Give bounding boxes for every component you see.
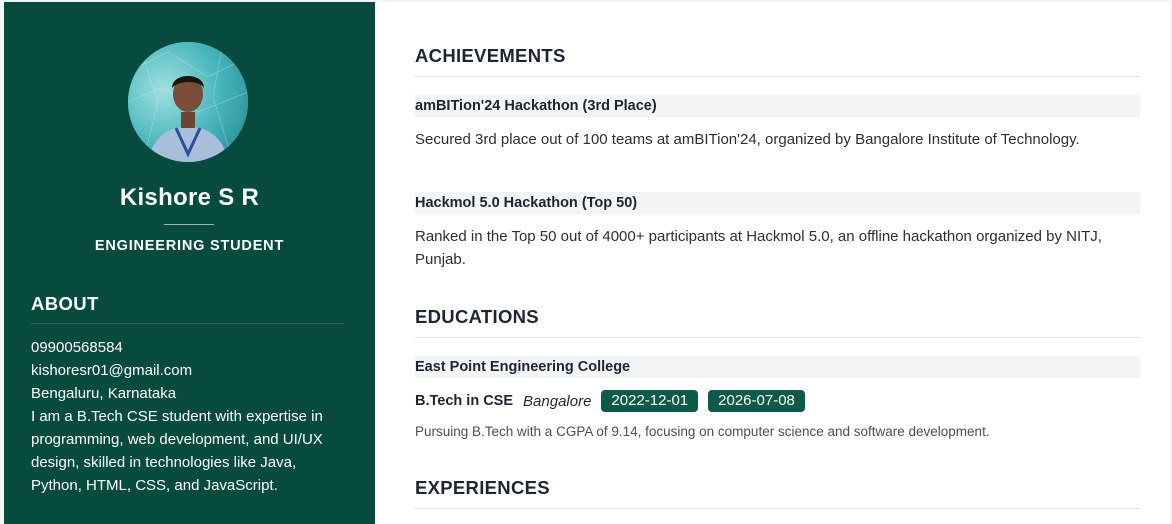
achievement-description: Secured 3rd place out of 100 teams at am… xyxy=(415,131,1080,148)
about-section: 09900568584 kishoresr01@gmail.com Bengal… xyxy=(31,336,346,497)
about-heading: ABOUT xyxy=(31,293,99,314)
education-institution: East Point Engineering College xyxy=(415,356,1140,378)
email-address: kishoresr01@gmail.com xyxy=(31,362,193,379)
education-degree: B.Tech in CSE xyxy=(415,393,514,409)
location-text: Bengaluru, Karnataka xyxy=(31,385,177,402)
education-description: Pursuing B.Tech with a CGPA of 9.14, foc… xyxy=(415,424,990,439)
profile-photo-image xyxy=(128,42,248,162)
experiences-divider xyxy=(415,508,1140,509)
education-location: Bangalore xyxy=(523,392,592,410)
profile-name: Kishore S R xyxy=(119,184,260,211)
educations-divider xyxy=(415,337,1140,338)
experiences-heading: EXPERIENCES xyxy=(415,477,550,498)
education-end-date-badge: 2026-07-08 xyxy=(708,390,805,412)
achievements-divider xyxy=(415,76,1140,77)
achievement-title: amBITion'24 Hackathon (3rd Place) xyxy=(415,95,1140,117)
achievement-description: Ranked in the Top 50 out of 4000+ partic… xyxy=(415,228,1102,268)
education-details: B.Tech in CSE Bangalore 2022-12-01 2026-… xyxy=(415,389,815,413)
resume-page: Kishore S R ENGINEERING STUDENT ABOUT 09… xyxy=(0,0,1172,524)
bio-text: I am a B.Tech CSE student with expertise… xyxy=(31,408,323,494)
sidebar: Kishore S R ENGINEERING STUDENT ABOUT 09… xyxy=(4,2,375,524)
educations-heading: EDUCATIONS xyxy=(415,306,539,327)
achievement-title: Hackmol 5.0 Hackathon (Top 50) xyxy=(415,192,1140,214)
about-divider xyxy=(31,323,344,324)
profile-photo xyxy=(128,42,248,162)
profile-role: ENGINEERING STUDENT xyxy=(94,238,285,254)
name-divider xyxy=(164,224,214,225)
education-start-date-badge: 2022-12-01 xyxy=(601,390,699,412)
achievements-heading: ACHIEVEMENTS xyxy=(415,45,566,66)
phone-number: 09900568584 xyxy=(31,339,123,356)
main-content: ACHIEVEMENTS amBITion'24 Hackathon (3rd … xyxy=(375,2,1170,524)
